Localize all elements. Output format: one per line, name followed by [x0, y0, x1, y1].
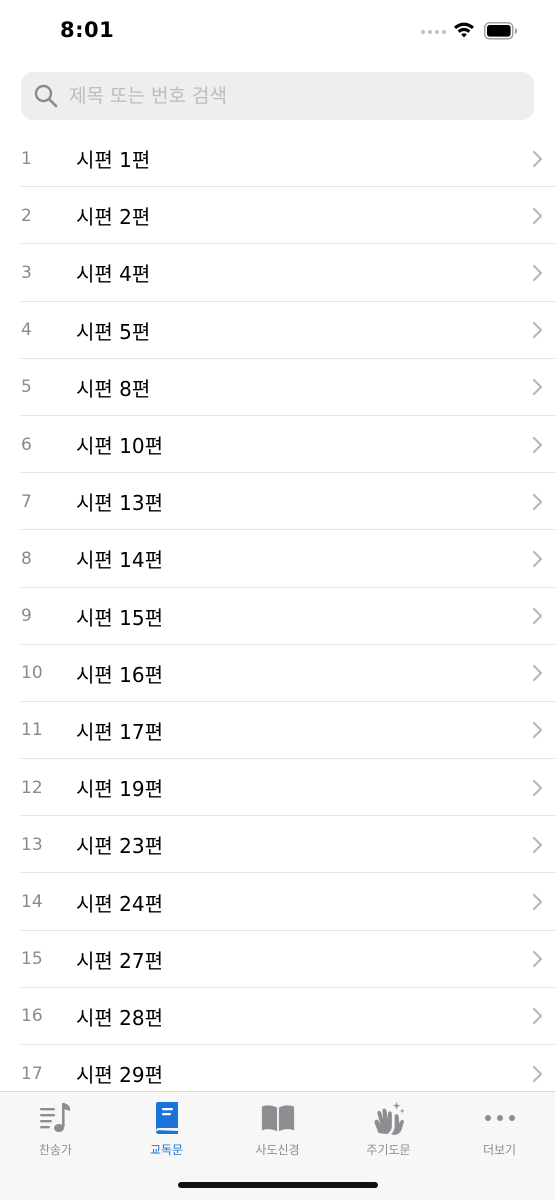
item-number: 3: [21, 262, 32, 283]
item-number: 16: [21, 1006, 43, 1027]
list-item[interactable]: 7 시편 13편: [0, 473, 555, 531]
list-item[interactable]: 4 시편 5편: [0, 302, 555, 359]
status-time: 8:01: [60, 18, 115, 42]
item-title: 시편 2편: [76, 205, 151, 230]
tab-responsive-reading[interactable]: 교독문: [111, 1100, 222, 1162]
list-item[interactable]: 14 시편 24편: [0, 873, 555, 931]
list-item[interactable]: 12 시편 19편: [0, 759, 555, 817]
item-number: 7: [21, 491, 32, 512]
wifi-icon: [454, 22, 474, 38]
chevron-right-icon: [532, 779, 543, 796]
signal-dots-icon: [421, 30, 446, 34]
list-item[interactable]: 1 시편 1편: [0, 130, 555, 188]
item-title: 시편 8편: [76, 376, 151, 401]
home-indicator[interactable]: [178, 1182, 378, 1188]
search-bar[interactable]: [21, 72, 534, 120]
chevron-right-icon: [532, 550, 543, 568]
item-number: 1: [21, 148, 32, 169]
item-number: 6: [21, 434, 32, 455]
list-item[interactable]: 2 시편 2편: [0, 187, 555, 245]
tab-label: 더보기: [482, 1143, 517, 1157]
item-title: 시편 19편: [76, 777, 164, 802]
list-item[interactable]: 5 시편 8편: [0, 359, 555, 417]
item-title: 시편 23편: [76, 834, 164, 859]
item-number: 9: [21, 606, 32, 627]
chevron-right-icon: [532, 607, 543, 625]
item-title: 시편 29편: [76, 1063, 164, 1088]
item-title: 시편 16편: [76, 662, 164, 687]
tab-label: 찬송가: [38, 1143, 73, 1157]
ellipsis-icon: [484, 1115, 515, 1121]
chevron-right-icon: [532, 207, 543, 224]
item-title: 시편 14편: [76, 548, 164, 573]
list-item[interactable]: 15 시편 27편: [0, 931, 555, 989]
reading-list[interactable]: 1 시편 1편 2 시편 2편 3 시편 4편 4 시편 5편 5 시편 8편 6 시편 10편 7 시편…: [0, 130, 555, 1091]
chevron-right-icon: [532, 1008, 543, 1025]
search-input[interactable]: [69, 85, 509, 107]
status-bar: 8:01: [0, 0, 555, 64]
item-number: 4: [21, 320, 32, 341]
item-number: 15: [21, 949, 43, 970]
item-title: 시편 4편: [76, 262, 151, 287]
item-title: 시편 5편: [76, 319, 151, 344]
item-number: 13: [21, 834, 43, 855]
list-item[interactable]: 13 시편 23편: [0, 816, 555, 874]
tab-label: 주기도문: [366, 1143, 411, 1157]
item-title: 시편 10편: [76, 434, 164, 459]
search-icon: [34, 84, 58, 108]
list-item[interactable]: 11 시편 17편: [0, 702, 555, 760]
tab-bar: 찬송가 교독문 사도신경 주기도문 더보기: [0, 1091, 555, 1200]
item-title: 시편 15편: [76, 605, 164, 630]
list-item[interactable]: 10 시편 16편: [0, 645, 555, 703]
item-title: 시편 1편: [76, 148, 151, 173]
tab-more[interactable]: 더보기: [444, 1100, 555, 1162]
book-closed-icon: [155, 1102, 178, 1134]
chevron-right-icon: [532, 665, 543, 682]
book-open-icon: [261, 1105, 294, 1132]
praying-hands-icon: [373, 1101, 405, 1136]
item-number: 5: [21, 377, 32, 398]
item-number: 11: [21, 720, 43, 741]
list-item[interactable]: 6 시편 10편: [0, 416, 555, 474]
tab-label: 교독문: [149, 1143, 184, 1157]
tab-label: 사도신경: [255, 1143, 300, 1157]
item-title: 시편 28편: [76, 1005, 164, 1030]
list-item[interactable]: 8 시편 14편: [0, 530, 555, 588]
chevron-right-icon: [532, 893, 543, 911]
list-item[interactable]: 16 시편 28편: [0, 988, 555, 1046]
item-number: 10: [21, 663, 43, 684]
item-number: 12: [21, 777, 43, 798]
item-number: 8: [21, 548, 32, 569]
chevron-right-icon: [532, 493, 543, 510]
chevron-right-icon: [532, 150, 543, 167]
tab-lords-prayer[interactable]: 주기도문: [333, 1100, 444, 1162]
item-number: 17: [21, 1063, 43, 1084]
chevron-right-icon: [532, 322, 543, 339]
item-title: 시편 24편: [76, 891, 164, 916]
chevron-right-icon: [532, 436, 543, 453]
list-item[interactable]: 17 시편 29편: [0, 1045, 555, 1091]
item-title: 시편 17편: [76, 719, 164, 744]
list-item[interactable]: 9 시편 15편: [0, 588, 555, 645]
list-item[interactable]: 3 시편 4편: [0, 244, 555, 302]
item-number: 2: [21, 205, 32, 226]
item-number: 14: [21, 892, 43, 913]
chevron-right-icon: [532, 722, 543, 739]
chevron-right-icon: [532, 1065, 543, 1082]
tab-apostles-creed[interactable]: 사도신경: [222, 1100, 333, 1162]
tab-hymns[interactable]: 찬송가: [0, 1100, 111, 1162]
item-title: 시편 13편: [76, 491, 164, 516]
chevron-right-icon: [532, 836, 543, 853]
chevron-right-icon: [532, 379, 543, 396]
music-note-list-icon: [39, 1103, 70, 1132]
battery-icon: [484, 22, 517, 40]
chevron-right-icon: [532, 264, 543, 282]
item-title: 시편 27편: [76, 948, 164, 973]
chevron-right-icon: [532, 951, 543, 968]
